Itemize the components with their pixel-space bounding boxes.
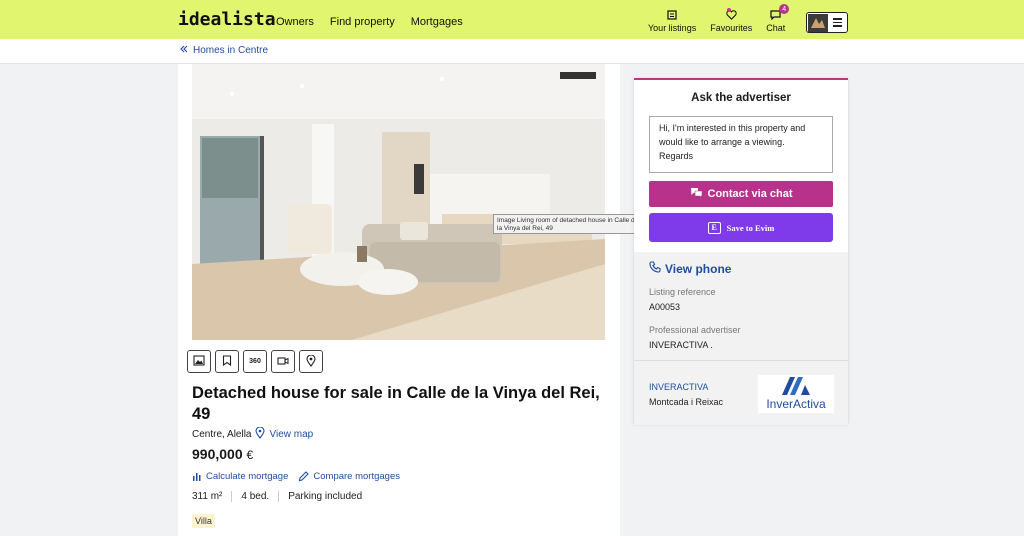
breadcrumb[interactable]: Homes in Centre: [180, 45, 268, 56]
user-menu-button[interactable]: [806, 12, 848, 33]
listing-reference-value: A00053: [649, 302, 681, 312]
nav-mortgages[interactable]: Mortgages: [411, 16, 463, 28]
compare-mortgages-label: Compare mortgages: [313, 471, 400, 482]
professional-advertiser-value: INVERACTIVA .: [649, 340, 713, 350]
location-text: Centre, Alella: [192, 429, 252, 440]
calculate-mortgage-link[interactable]: Calculate mortgage: [192, 471, 288, 482]
contact-panel: Ask the advertiser Hi, I'm interested in…: [634, 78, 848, 425]
video-button[interactable]: [271, 350, 295, 373]
media-toolbar: 360: [187, 350, 323, 373]
listing-main: 360 Detached house for sale in Calle de …: [178, 64, 620, 536]
agency-town: Montcada i Reixac: [649, 397, 724, 407]
feature-parking: Parking included: [278, 491, 371, 502]
view-map-link[interactable]: View map: [269, 429, 313, 440]
listing-photo[interactable]: [192, 64, 605, 340]
view-phone-button[interactable]: View phone: [649, 261, 731, 276]
listings-icon: [665, 8, 679, 21]
professional-advertiser-label: Professional advertiser: [649, 325, 741, 335]
contact-via-chat-label: Contact via chat: [707, 188, 793, 200]
map-pin-icon: [255, 426, 266, 442]
breadcrumb-label: Homes in Centre: [193, 45, 269, 56]
user-nav: Your listings Favourites 4 Chat: [648, 4, 799, 33]
save-to-evim-button[interactable]: E Save to Evim: [649, 213, 833, 242]
save-to-evim-label: Save to Evim: [726, 222, 775, 233]
favourites-link[interactable]: Favourites: [710, 8, 752, 33]
top-header: idealista Owners Find property Mortgages…: [0, 0, 1024, 39]
virtual-tour-button[interactable]: 360: [243, 350, 267, 373]
nav-find-property[interactable]: Find property: [330, 16, 395, 28]
bookmark-icon: [222, 355, 232, 368]
nav-owners[interactable]: Owners: [276, 16, 314, 28]
compare-mortgages-link[interactable]: Compare mortgages: [298, 471, 400, 482]
image-tooltip: Image Living room of detached house in C…: [493, 214, 644, 234]
contact-via-chat-button[interactable]: Contact via chat: [649, 181, 833, 207]
your-listings-link[interactable]: Your listings: [648, 8, 696, 33]
message-line: Regards: [659, 151, 694, 161]
mortgage-tools: Calculate mortgage Compare mortgages: [192, 471, 400, 482]
chat-bubbles-icon: [690, 187, 703, 201]
agency-name-link[interactable]: INVERACTIVA: [649, 382, 708, 392]
agency-logo-text: InverActiva: [766, 397, 826, 411]
listing-features: 311 m² 4 bed. Parking included: [192, 491, 371, 502]
photos-button[interactable]: [187, 350, 211, 373]
your-listings-label: Your listings: [648, 23, 697, 33]
feature-area: 311 m²: [192, 491, 223, 502]
chat-link[interactable]: 4 Chat: [766, 4, 790, 33]
evim-icon: E: [707, 221, 721, 234]
listing-price: 990,000 €: [192, 446, 253, 462]
message-line: Hi, I'm interested in this property and …: [659, 123, 806, 147]
menu-icon: [828, 18, 847, 27]
feature-bedrooms: 4 bed.: [231, 491, 278, 502]
listing-location: Centre, Alella View map: [192, 426, 313, 442]
contact-title: Ask the advertiser: [691, 92, 791, 104]
price-currency: €: [246, 448, 254, 462]
plans-button[interactable]: [215, 350, 239, 373]
avatar: [808, 13, 828, 32]
chat-label: Chat: [766, 23, 786, 33]
breadcrumb-bar: Homes in Centre: [0, 39, 1024, 64]
map-pin-icon: [306, 353, 316, 369]
listing-reference-label: Listing reference: [649, 287, 716, 297]
divider: [634, 360, 848, 361]
favourites-label: Favourites: [710, 23, 753, 33]
chat-badge: 4: [779, 4, 790, 14]
main-nav: Owners Find property Mortgages: [276, 16, 463, 28]
message-textarea[interactable]: Hi, I'm interested in this property and …: [649, 116, 833, 173]
bar-chart-icon: [192, 472, 202, 481]
advertiser-info: View phone Listing reference A00053 Prof…: [634, 252, 848, 425]
calculate-mortgage-label: Calculate mortgage: [206, 471, 289, 482]
idealista-logo[interactable]: idealista: [178, 9, 276, 30]
property-type-tag: Villa: [192, 514, 215, 528]
double-chevron-left-icon: [180, 45, 188, 56]
phone-icon: [649, 261, 661, 276]
image-icon: [193, 355, 205, 368]
listing-title: Detached house for sale in Calle de la V…: [192, 384, 600, 423]
video-icon: [277, 356, 289, 368]
pencil-icon: [298, 471, 310, 482]
price-value: 990,000: [192, 446, 243, 462]
view-phone-label: View phone: [665, 261, 732, 276]
map-button[interactable]: [299, 350, 323, 373]
agency-logo[interactable]: InverActiva: [758, 375, 834, 413]
